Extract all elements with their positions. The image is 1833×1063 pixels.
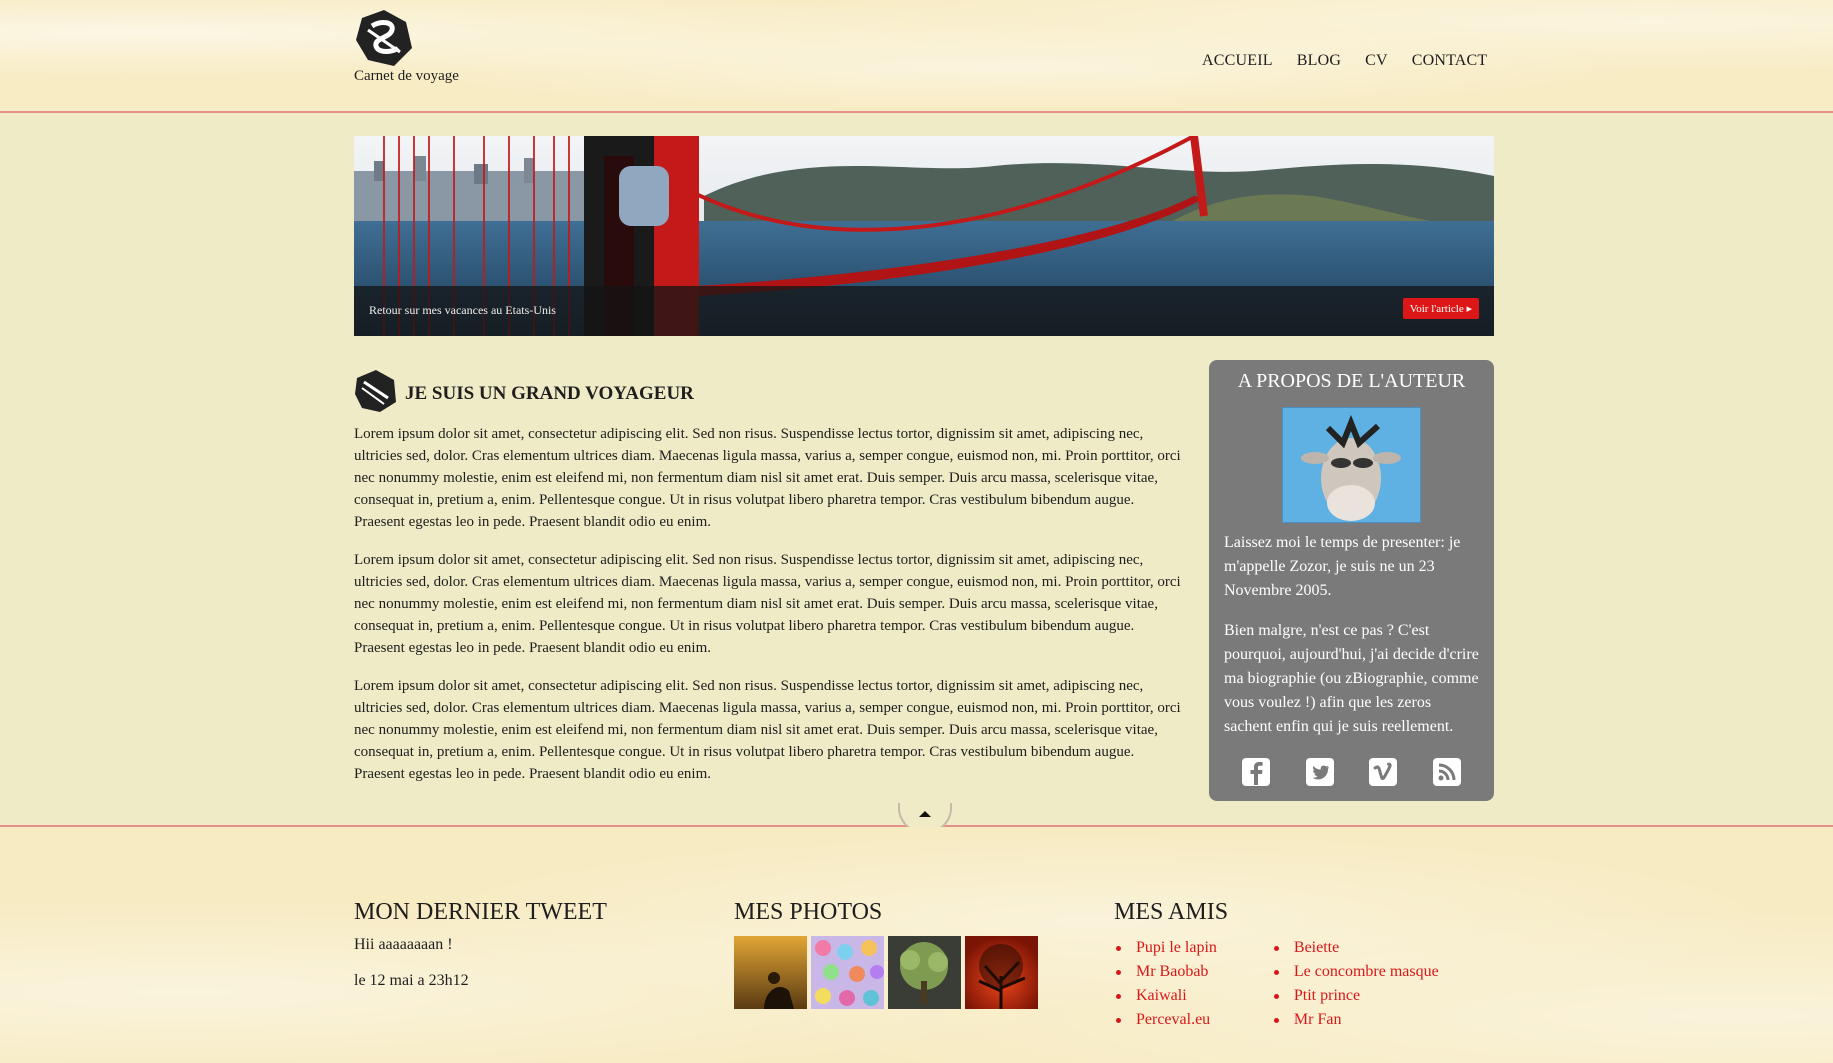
photo-grid <box>734 936 1074 1009</box>
tweet-title: MON DERNIER TWEET <box>354 899 607 925</box>
caret-up-icon <box>919 811 931 817</box>
article: JE SUIS UN GRAND VOYAGEUR Lorem ipsum do… <box>354 368 1184 801</box>
about-paragraph: Laissez moi le temps de presenter: je m'… <box>1224 534 1461 599</box>
nav-item-cv[interactable]: CV <box>1365 52 1388 70</box>
zozor-logo-icon[interactable] <box>354 8 414 68</box>
tweet-column: MON DERNIER TWEET Hii aaaaaaaan ! le 12 … <box>354 899 694 1008</box>
hero-banner: Retour sur mes vacances au Etats-Unis Vo… <box>354 136 1494 336</box>
photos-title: MES PHOTOS <box>734 899 883 925</box>
tweet-date: le 12 mai a 23h12 <box>354 972 469 989</box>
friend-link[interactable]: Perceval.eu <box>1116 1008 1217 1032</box>
photos-column: MES PHOTOS <box>734 899 1074 1009</box>
photo-thumbnail[interactable] <box>734 936 807 1009</box>
article-paragraph: Lorem ipsum dolor sit amet, consectetur … <box>354 552 1181 656</box>
friend-link[interactable]: Mr Fan <box>1273 1008 1439 1032</box>
quill-icon <box>355 370 396 412</box>
brand-name: Carnet de voyage <box>354 68 459 84</box>
article-paragraph: Lorem ipsum dolor sit amet, consectetur … <box>354 678 1181 782</box>
site-header: Carnet de voyage ACCUEIL BLOG CV CONTACT <box>0 0 1833 113</box>
photo-thumbnail[interactable] <box>811 936 884 1009</box>
friends-list: Beiette Le concombre masque Ptit prince … <box>1272 936 1439 1032</box>
friend-link[interactable]: Pupi le lapin <box>1116 936 1217 960</box>
tweet-text: Hii aaaaaaaan ! <box>354 936 453 953</box>
main-section: Retour sur mes vacances au Etats-Unis Vo… <box>0 113 1833 833</box>
photo-thumbnail[interactable] <box>888 936 961 1009</box>
friends-column: MES AMIS Pupi le lapin Mr Baobab Kaiwali… <box>1114 899 1494 1032</box>
social-links <box>1209 757 1494 787</box>
about-paragraph: Bien malgre, n'est ce pas ? C'est pourqu… <box>1224 622 1479 735</box>
rss-icon[interactable] <box>1432 757 1462 787</box>
friend-link[interactable]: Kaiwali <box>1116 984 1217 1008</box>
twitter-icon[interactable] <box>1305 757 1335 787</box>
facebook-icon[interactable] <box>1241 757 1271 787</box>
site-footer: MON DERNIER TWEET Hii aaaaaaaan ! le 12 … <box>0 827 1833 1063</box>
photo-thumbnail[interactable] <box>965 936 1038 1009</box>
article-header: JE SUIS UN GRAND VOYAGEUR <box>354 368 1184 413</box>
nav-item-accueil[interactable]: ACCUEIL <box>1202 52 1273 70</box>
view-article-button[interactable]: Voir l'article ▸ <box>1402 298 1479 319</box>
main-nav: ACCUEIL BLOG CV CONTACT <box>1202 52 1487 70</box>
zozor-avatar-image <box>1283 408 1420 522</box>
banner-caption: Retour sur mes vacances au Etats-Unis <box>369 303 556 317</box>
friend-link[interactable]: Beiette <box>1273 936 1439 960</box>
banner-caption-bar: Retour sur mes vacances au Etats-Unis Vo… <box>354 286 1494 336</box>
friends-list: Pupi le lapin Mr Baobab Kaiwali Perceval… <box>1114 936 1217 1032</box>
author-avatar <box>1282 407 1421 523</box>
vimeo-icon[interactable] <box>1368 757 1398 787</box>
article-title: JE SUIS UN GRAND VOYAGEUR <box>405 382 694 404</box>
nav-item-contact[interactable]: CONTACT <box>1412 52 1488 70</box>
friend-link[interactable]: Mr Baobab <box>1116 960 1217 984</box>
about-author-panel: A PROPOS DE L'AUTEUR Laissez moi le temp… <box>1209 360 1494 801</box>
friend-link[interactable]: Ptit prince <box>1273 984 1439 1008</box>
article-paragraph: Lorem ipsum dolor sit amet, consectetur … <box>354 426 1181 530</box>
friends-lists: Pupi le lapin Mr Baobab Kaiwali Perceval… <box>1114 936 1494 1032</box>
about-title: A PROPOS DE L'AUTEUR <box>1237 370 1466 392</box>
friend-link[interactable]: Le concombre masque <box>1273 960 1439 984</box>
nav-item-blog[interactable]: BLOG <box>1297 52 1341 70</box>
friends-title: MES AMIS <box>1114 899 1229 925</box>
